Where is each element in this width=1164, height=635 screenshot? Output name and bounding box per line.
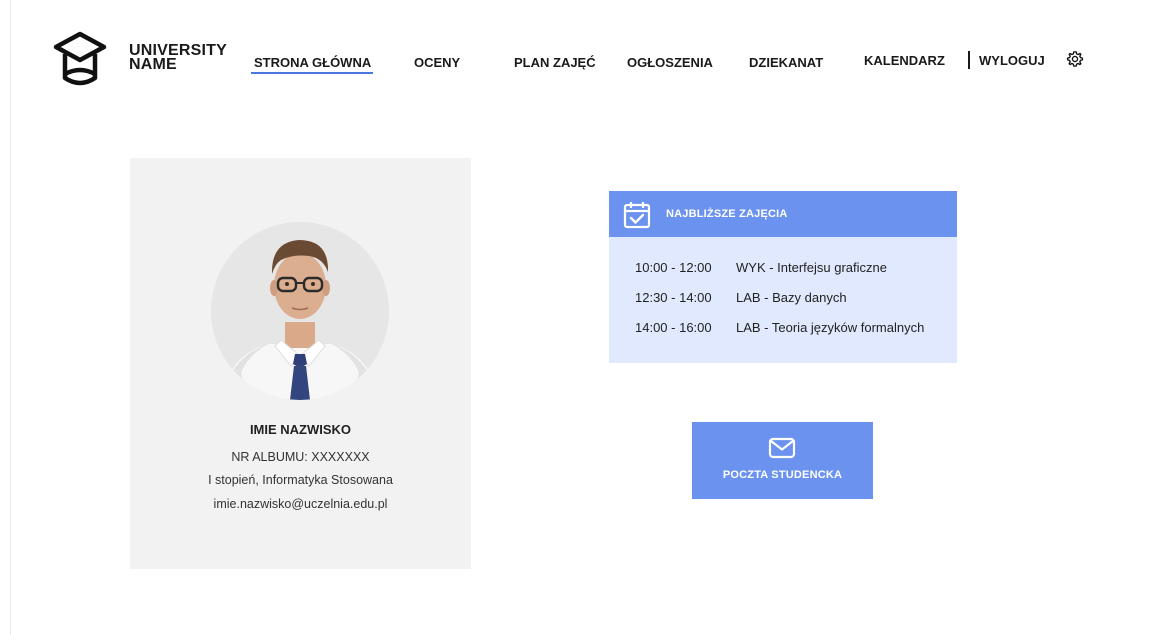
nav-active-underline	[251, 72, 373, 74]
nav-separator	[968, 51, 970, 69]
nav-item-strona-glowna[interactable]: STRONA GŁÓWNA	[254, 55, 371, 70]
envelope-icon	[768, 437, 796, 459]
upcoming-classes-card: NAJBLIŻSZE ZAJĘCIA 10:00 - 12:00 WYK - In…	[609, 191, 957, 363]
gear-icon[interactable]	[1066, 50, 1084, 68]
nav-item-kalendarz[interactable]: KALENDARZ	[864, 53, 945, 68]
logout-link[interactable]: WYLOGUJ	[979, 53, 1045, 68]
page-edge-line	[10, 0, 11, 635]
student-email: imie.nazwisko@uczelnia.edu.pl	[213, 497, 388, 511]
student-photo	[211, 222, 389, 400]
class-row: 12:30 - 14:00 LAB - Bazy danych	[635, 290, 847, 305]
class-subject: WYK - Interfejsu graficzne	[736, 260, 887, 275]
nav-item-plan-zajec[interactable]: PLAN ZAJĘĆ	[514, 55, 596, 70]
class-time: 10:00 - 12:00	[635, 260, 712, 275]
graduation-cap-icon[interactable]	[52, 30, 108, 88]
student-album-number: NR ALBUMU: XXXXXXX	[231, 450, 370, 464]
student-mail-button[interactable]: POCZTA STUDENCKA	[692, 422, 873, 499]
nav-item-ogloszenia[interactable]: OGŁOSZENIA	[627, 55, 713, 70]
profile-card: IMIE NAZWISKO NR ALBUMU: XXXXXXX I stopi…	[130, 158, 471, 569]
class-row: 10:00 - 12:00 WYK - Interfejsu graficzne	[635, 260, 887, 275]
class-time: 14:00 - 16:00	[635, 320, 712, 335]
student-program: I stopień, Informatyka Stosowana	[208, 473, 393, 487]
student-name: IMIE NAZWISKO	[249, 422, 352, 437]
class-subject: LAB - Bazy danych	[736, 290, 847, 305]
student-mail-label: POCZTA STUDENCKA	[722, 469, 843, 481]
upcoming-classes-header: NAJBLIŻSZE ZAJĘCIA	[609, 191, 957, 237]
avatar	[211, 222, 389, 400]
upcoming-classes-title: NAJBLIŻSZE ZAJĘCIA	[666, 208, 788, 220]
calendar-check-icon	[623, 202, 651, 229]
class-row: 14:00 - 16:00 LAB - Teoria języków formal…	[635, 320, 924, 335]
logo-line-2: NAME	[129, 56, 177, 73]
class-subject: LAB - Teoria języków formalnych	[736, 320, 925, 335]
university-name-logo[interactable]: UNIVERSITY NAME	[129, 43, 227, 73]
nav-item-dziekanat[interactable]: DZIEKANAT	[749, 55, 823, 70]
nav-item-oceny[interactable]: OCENY	[414, 55, 460, 70]
class-time: 12:30 - 14:00	[635, 290, 712, 305]
